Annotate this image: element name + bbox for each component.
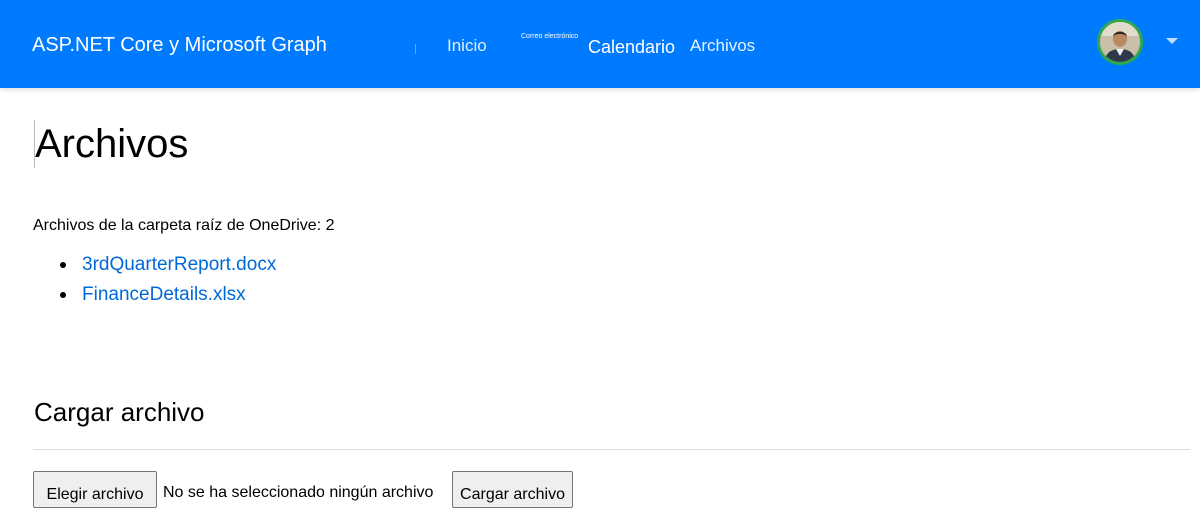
nav-link-home[interactable]: Inicio: [447, 36, 487, 56]
nav-link-files[interactable]: Archivos: [690, 36, 755, 56]
bullet-icon: [60, 262, 66, 268]
list-item: FinanceDetails.xlsx: [33, 282, 276, 312]
bullet-icon: [60, 292, 66, 298]
files-summary: Archivos de la carpeta raíz de OneDrive:…: [33, 217, 335, 234]
upload-file-button[interactable]: Cargar archivo: [452, 471, 573, 508]
file-list: 3rdQuarterReport.docx FinanceDetails.xls…: [33, 252, 276, 312]
brand-title[interactable]: ASP.NET Core y Microsoft Graph: [32, 33, 327, 57]
file-link[interactable]: FinanceDetails.xlsx: [82, 284, 246, 305]
brand-divider: [415, 44, 416, 54]
nav-link-email[interactable]: Correo electrónico: [521, 33, 578, 41]
user-avatar[interactable]: [1097, 19, 1143, 65]
page-title: Archivos: [34, 120, 189, 168]
file-link[interactable]: 3rdQuarterReport.docx: [82, 254, 276, 275]
section-divider: [33, 449, 1190, 450]
nav-link-calendar[interactable]: Calendario: [588, 36, 675, 58]
choose-file-button[interactable]: Elegir archivo: [33, 471, 157, 508]
avatar-photo-icon: [1100, 22, 1140, 62]
top-navbar: ASP.NET Core y Microsoft Graph Inicio Co…: [0, 0, 1200, 88]
upload-section-title: Cargar archivo: [34, 397, 205, 427]
list-item: 3rdQuarterReport.docx: [33, 252, 276, 282]
chevron-down-icon[interactable]: [1166, 38, 1178, 44]
no-file-selected-text: No se ha seleccionado ningún archivo: [163, 484, 434, 501]
